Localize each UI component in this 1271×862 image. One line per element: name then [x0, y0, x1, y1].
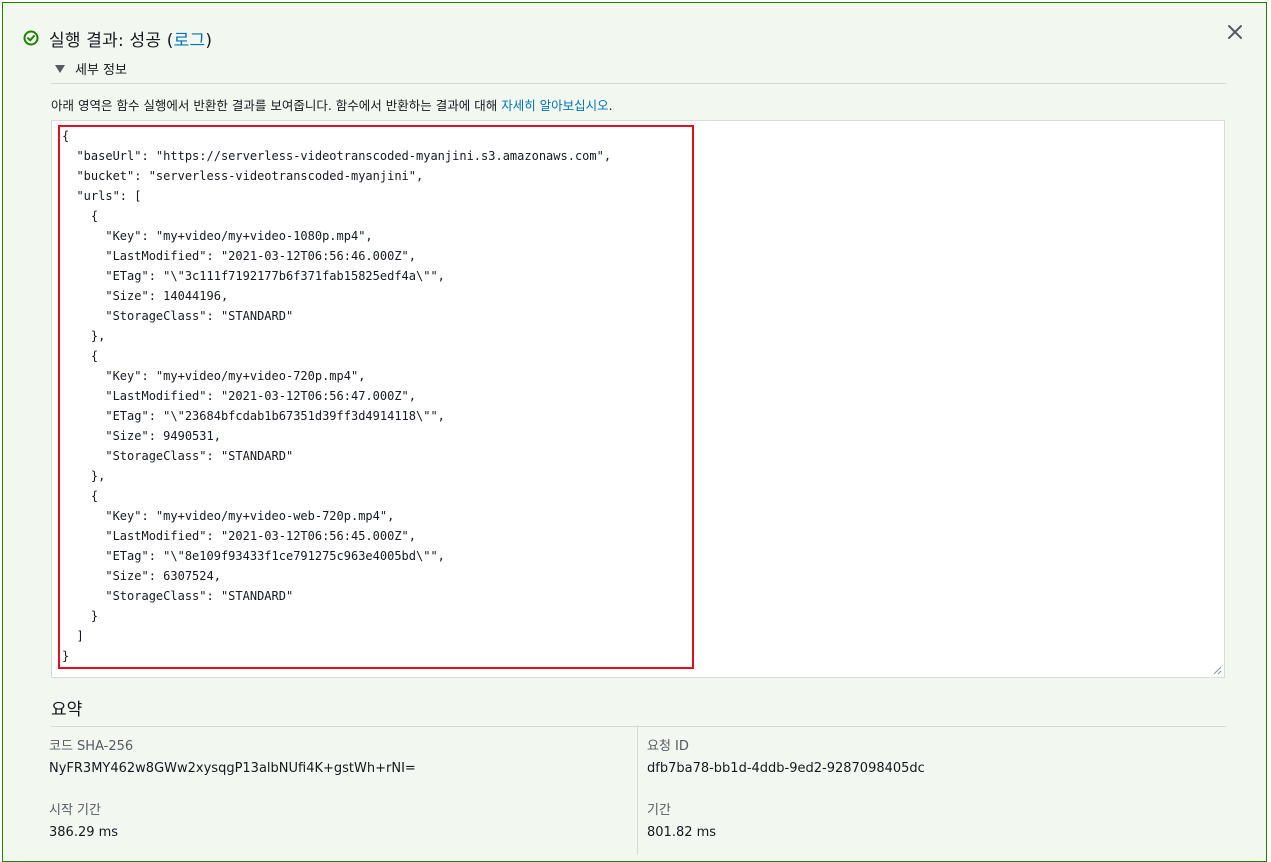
- success-check-icon: [23, 30, 39, 46]
- result-title-suffix: ): [205, 30, 213, 51]
- summary-divider: [51, 726, 1226, 727]
- code-sha-label: 코드 SHA-256: [49, 739, 134, 754]
- details-divider: [51, 83, 1226, 84]
- summary-title: 요약: [51, 700, 83, 720]
- details-toggle[interactable]: 세부 정보: [55, 59, 127, 78]
- execution-result-panel: 실행 결과: 성공 (로그) 세부 정보 아래 영역은 함수 실행에서 반환한 …: [2, 2, 1267, 862]
- description-end: .: [608, 98, 613, 113]
- result-title-prefix: 실행 결과: 성공 (: [49, 30, 174, 51]
- init-duration-value: 386.29 ms: [49, 825, 119, 840]
- code-sha-value: NyFR3MY462w8GWw2xysqgP13albNUfi4K+gstWh+…: [49, 761, 416, 776]
- learn-more-link[interactable]: 자세히 알아보십시오: [501, 98, 608, 113]
- result-title: 실행 결과: 성공 (로그): [49, 26, 212, 51]
- duration-label: 기간: [647, 803, 671, 818]
- request-id-label: 요청 ID: [647, 739, 689, 754]
- duration-value: 801.82 ms: [647, 825, 717, 840]
- summary-column-divider: [637, 725, 638, 855]
- resize-grip-icon[interactable]: [1213, 666, 1222, 675]
- details-label: 세부 정보: [75, 63, 127, 78]
- close-icon[interactable]: [1226, 23, 1244, 41]
- request-id-value: dfb7ba78-bb1d-4ddb-9ed2-9287098405dc: [647, 761, 925, 776]
- json-output-text: { "baseUrl": "https://serverless-videotr…: [62, 129, 612, 663]
- log-link[interactable]: 로그: [174, 31, 206, 51]
- json-output-box[interactable]: { "baseUrl": "https://serverless-videotr…: [51, 120, 1225, 678]
- result-header: 실행 결과: 성공 (로그): [23, 23, 212, 53]
- result-description: 아래 영역은 함수 실행에서 반환한 결과를 보여줍니다. 함수에서 반환하는 …: [51, 95, 613, 114]
- init-duration-label: 시작 기간: [49, 803, 101, 818]
- description-text: 아래 영역은 함수 실행에서 반환한 결과를 보여줍니다. 함수에서 반환하는 …: [51, 98, 502, 113]
- caret-down-icon: [55, 64, 65, 73]
